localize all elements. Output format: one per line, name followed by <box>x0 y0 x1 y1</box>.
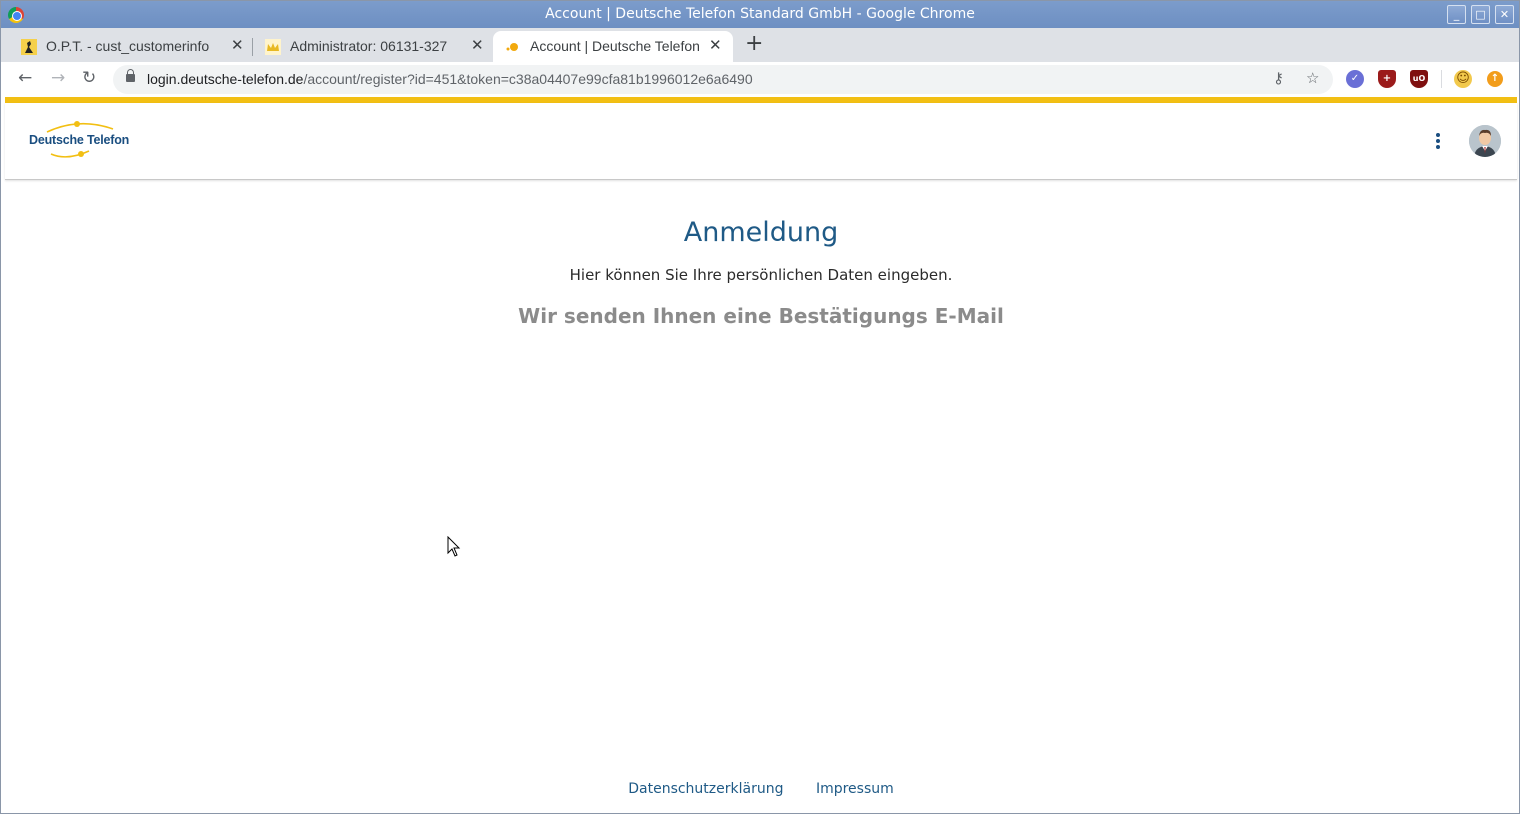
title-bar: Account | Deutsche Telefon Standard GmbH… <box>1 1 1519 28</box>
tab-opt[interactable]: O.P.T. - cust_customerinfo ✕ <box>9 31 249 62</box>
more-options-icon[interactable] <box>1435 131 1441 151</box>
deutsche-telefon-logo[interactable]: Deutsche Telefon <box>27 119 137 163</box>
page-content: Deutsche Telefon Anmeldung Hier können S… <box>5 103 1517 811</box>
ublock-origin-icon[interactable]: uO <box>1410 70 1428 88</box>
url-host: login.deutsche-telefon.de <box>147 71 304 87</box>
page-subtitle: Hier können Sie Ihre persönlichen Daten … <box>569 266 953 284</box>
tab-label: O.P.T. - cust_customerinfo <box>46 38 210 54</box>
tab-close-icon[interactable]: ✕ <box>709 36 722 54</box>
tab-close-icon[interactable]: ✕ <box>471 36 484 54</box>
emoji-extension-icon[interactable]: ☺ <box>1454 70 1472 88</box>
app-header: Deutsche Telefon <box>5 103 1517 180</box>
lock-icon[interactable] <box>126 69 135 82</box>
tab-label: Account | Deutsche Telefon <box>530 38 700 54</box>
browser-toolbar: ← → ↻ login.deutsche-telefon.de/account/… <box>1 62 1519 97</box>
browser-window: Account | Deutsche Telefon Standard GmbH… <box>0 0 1520 814</box>
tab-administrator[interactable]: Administrator: 06131-327 ✕ <box>253 31 491 62</box>
page-title: Anmeldung <box>683 217 839 248</box>
url-path: /account/register?id=451&token=c38a04407… <box>303 71 753 87</box>
update-extension-icon[interactable]: ↑ <box>1487 71 1503 87</box>
kangaroo-icon <box>21 39 37 55</box>
mouse-cursor-icon <box>447 536 461 557</box>
forward-button[interactable]: → <box>51 68 65 88</box>
tab-label: Administrator: 06131-327 <box>290 38 448 54</box>
minimize-button[interactable]: _ <box>1447 5 1466 24</box>
avatar-person-icon <box>1469 125 1501 157</box>
user-avatar[interactable] <box>1469 125 1501 157</box>
maximize-button[interactable]: □ <box>1471 5 1490 24</box>
toolbar-separator <box>1441 70 1442 88</box>
tab-account[interactable]: Account | Deutsche Telefon ✕ <box>493 31 733 62</box>
logo-text: Deutsche Telefon <box>29 133 130 147</box>
address-bar[interactable]: login.deutsche-telefon.de/account/regist… <box>113 65 1333 94</box>
url-text[interactable]: login.deutsche-telefon.de/account/regist… <box>147 71 753 87</box>
back-button[interactable]: ← <box>18 68 32 88</box>
close-window-button[interactable]: ✕ <box>1495 5 1514 24</box>
tab-strip: O.P.T. - cust_customerinfo ✕ Administrat… <box>1 28 1519 62</box>
check-extension-icon[interactable]: ✓ <box>1346 70 1364 88</box>
key-icon[interactable]: ⚷ <box>1273 69 1284 87</box>
window-title: Account | Deutsche Telefon Standard GmbH… <box>545 6 975 22</box>
admin-crown-icon <box>265 39 281 55</box>
new-tab-button[interactable]: + <box>745 31 763 56</box>
shield-plus-extension-icon[interactable]: + <box>1378 70 1396 88</box>
deutsche-telefon-icon <box>506 43 518 51</box>
confirmation-message: Wir senden Ihnen eine Bestätigungs E-Mai… <box>518 304 1004 328</box>
privacy-policy-link[interactable]: Datenschutzerklärung <box>628 781 783 797</box>
bookmark-star-icon[interactable]: ☆ <box>1306 69 1319 87</box>
imprint-link[interactable]: Impressum <box>816 781 894 797</box>
page-footer: Datenschutzerklärung Impressum <box>5 781 1517 797</box>
tab-close-icon[interactable]: ✕ <box>231 36 244 54</box>
reload-button[interactable]: ↻ <box>82 68 96 88</box>
